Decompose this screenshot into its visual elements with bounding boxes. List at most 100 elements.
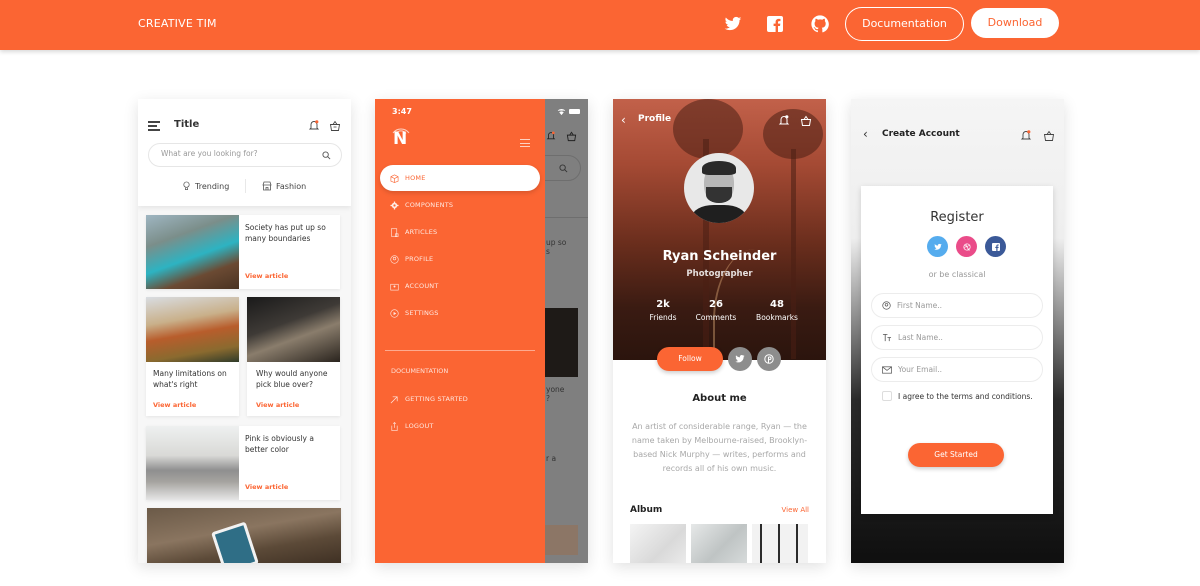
text-icon	[882, 333, 892, 342]
search-box[interactable]	[148, 143, 342, 167]
bell-icon	[546, 131, 556, 140]
tab-fashion-label: Fashion	[276, 181, 307, 191]
nav-item-profile[interactable]: PROFILE	[380, 246, 540, 272]
dimmed-text: ?	[546, 394, 550, 403]
nav-item-articles[interactable]: ARTICLES	[380, 219, 540, 245]
album-image[interactable]	[691, 524, 747, 563]
menu-icon[interactable]	[520, 139, 530, 150]
article-card[interactable]: Pink is obviously a better color View ar…	[146, 426, 340, 500]
nav-item-profile-label: PROFILE	[405, 255, 434, 263]
follow-button[interactable]: Follow	[657, 347, 723, 371]
nav-item-components[interactable]: COMPONENTS	[380, 192, 540, 218]
documentation-button[interactable]: Documentation	[845, 7, 964, 41]
basket-icon[interactable]	[1043, 130, 1055, 142]
bell-icon[interactable]	[308, 119, 320, 131]
tab-trending-label: Trending	[195, 181, 230, 191]
last-name-field[interactable]	[871, 325, 1043, 350]
stat-label: Friends	[649, 313, 677, 322]
get-started-button[interactable]: Get Started	[908, 443, 1004, 467]
spaceship-icon	[390, 395, 398, 403]
dribbble-signup-button[interactable]	[956, 236, 977, 257]
view-all-link[interactable]: View All	[781, 506, 809, 514]
stat-value: 48	[770, 299, 784, 310]
back-icon[interactable]: ‹	[621, 113, 626, 127]
nav-item-account[interactable]: ACCOUNT	[380, 273, 540, 299]
email-input[interactable]	[898, 365, 1028, 374]
last-name-input[interactable]	[898, 333, 1028, 342]
pinterest-button[interactable]	[757, 347, 781, 371]
bell-icon[interactable]	[778, 114, 790, 126]
stat-label: Bookmarks	[756, 313, 798, 322]
article-image-woman	[146, 297, 239, 362]
article-title: Pink is obviously a better color	[245, 434, 314, 454]
nav-item-home[interactable]: HOME	[380, 165, 540, 191]
album-image[interactable]	[630, 524, 686, 563]
tab-fashion[interactable]: Fashion	[262, 181, 306, 191]
view-article-link[interactable]: View article	[245, 483, 288, 491]
email-field[interactable]	[871, 357, 1043, 382]
twitter-icon[interactable]	[724, 15, 742, 33]
nav-item-home-label: HOME	[405, 174, 426, 182]
search-input[interactable]	[161, 149, 311, 158]
terms-checkbox[interactable]	[882, 391, 892, 401]
lightbulb-icon	[183, 181, 190, 190]
dribbble-icon	[962, 242, 971, 251]
basket-icon[interactable]	[800, 115, 812, 127]
section-label-documentation: DOCUMENTATION	[391, 367, 449, 375]
nav-item-getting-started[interactable]: GETTING STARTED	[380, 386, 540, 412]
basket-icon[interactable]	[329, 120, 341, 132]
app-logo[interactable]: N	[393, 129, 407, 149]
view-article-link[interactable]: View article	[153, 401, 196, 409]
bell-icon[interactable]	[1020, 129, 1032, 141]
first-name-field[interactable]	[871, 293, 1043, 318]
menu-icon[interactable]	[148, 121, 160, 133]
nav-item-settings[interactable]: SETTINGS	[380, 300, 540, 326]
dimmed-image	[545, 308, 578, 377]
facebook-signup-button[interactable]	[985, 236, 1006, 257]
twitter-icon	[933, 243, 942, 250]
email-icon	[882, 365, 892, 374]
search-icon[interactable]	[322, 151, 331, 160]
view-article-link[interactable]: View article	[245, 272, 288, 280]
status-icons	[557, 108, 580, 115]
nav-item-logout[interactable]: LOGOUT	[380, 413, 540, 439]
back-icon[interactable]: ‹	[863, 127, 868, 141]
pinterest-icon	[764, 354, 774, 364]
brand-logo[interactable]: CREATIVE TIM	[138, 17, 217, 30]
stat-bookmarks: 48 Bookmarks	[747, 299, 807, 322]
user-icon	[882, 301, 891, 310]
twitter-button[interactable]	[728, 347, 752, 371]
nav-item-getting-started-label: GETTING STARTED	[405, 395, 469, 403]
github-icon[interactable]	[811, 15, 829, 33]
header-title: Create Account	[882, 129, 960, 139]
twitter-signup-button[interactable]	[927, 236, 948, 257]
download-button[interactable]: Download	[971, 8, 1059, 38]
box-icon	[390, 174, 399, 183]
facebook-icon[interactable]	[767, 16, 783, 32]
wifi-icon	[557, 108, 566, 115]
or-text: or be classical	[928, 270, 986, 279]
article-card[interactable]: Society has put up so many boundaries Vi…	[146, 215, 340, 289]
nav-item-logout-label: LOGOUT	[405, 422, 434, 430]
first-name-input[interactable]	[897, 301, 1027, 310]
article-image-laptop	[247, 297, 340, 362]
register-card: Register or be classical I agree to the …	[861, 186, 1053, 514]
tab-trending[interactable]: Trending	[182, 181, 229, 191]
about-title: About me	[692, 393, 747, 404]
view-article-link[interactable]: View article	[256, 401, 299, 409]
article-card[interactable]: Why would anyone pick blue over? View ar…	[247, 297, 340, 416]
article-card[interactable]: Many limitations on what's right View ar…	[146, 297, 239, 416]
article-feed: Society has put up so many boundaries Vi…	[138, 206, 351, 563]
article-image-sofa	[146, 426, 239, 500]
header-title: Profile	[638, 114, 672, 124]
tab-divider	[245, 179, 246, 193]
account-icon	[390, 283, 399, 290]
dimmed-text: s	[546, 247, 550, 256]
stat-value: 2k	[656, 299, 670, 310]
top-navbar: CREATIVE TIM Documentation Download	[0, 0, 1200, 50]
album-image[interactable]	[752, 524, 808, 563]
nav-item-settings-label: SETTINGS	[405, 309, 439, 317]
profile-icon	[390, 254, 399, 264]
phone-register-screen: ‹ Create Account Register or be classica…	[851, 99, 1064, 563]
article-card[interactable]	[147, 508, 341, 563]
